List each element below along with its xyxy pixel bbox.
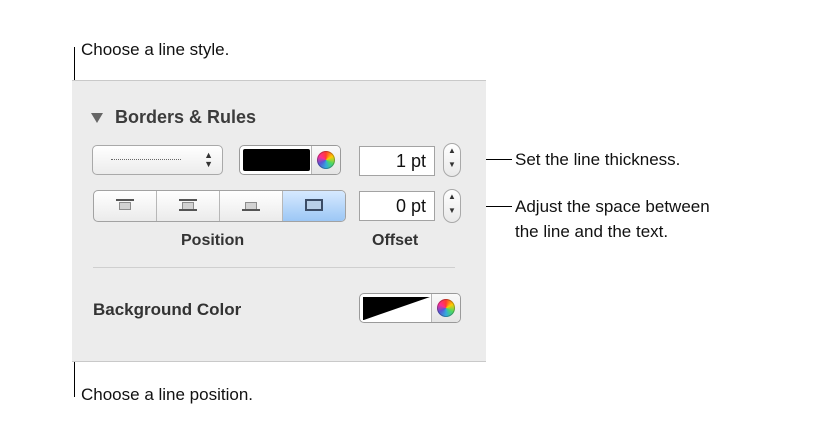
no-fill-swatch xyxy=(363,297,430,321)
offset-field[interactable]: 0 pt xyxy=(359,191,435,221)
callout-position-text: Choose a line position. xyxy=(81,385,254,404)
line-color-picker-button[interactable] xyxy=(311,146,340,174)
position-top-bottom-button[interactable] xyxy=(157,191,220,221)
offset-label: Offset xyxy=(372,232,419,249)
callout-space-text-1: Adjust the space between xyxy=(515,197,710,216)
border-top-bottom-icon xyxy=(179,199,197,211)
line-style-popup[interactable]: ▲ ▼ xyxy=(92,145,223,175)
position-bottom-button[interactable] xyxy=(220,191,283,221)
background-color-label: Background Color xyxy=(93,300,242,319)
position-label: Position xyxy=(181,232,245,249)
border-bottom-icon xyxy=(242,199,260,211)
line-color-well[interactable] xyxy=(239,145,341,175)
position-box-button[interactable] xyxy=(283,191,345,221)
color-wheel-icon xyxy=(317,151,335,169)
section-divider xyxy=(93,267,455,268)
dotted-line-preview xyxy=(111,159,181,160)
border-box-icon xyxy=(305,199,323,211)
background-color-well[interactable] xyxy=(359,293,461,323)
borders-rules-header[interactable]: Borders & Rules xyxy=(91,107,256,128)
thickness-stepper[interactable]: ▲ ▼ xyxy=(443,143,461,177)
offset-stepper[interactable]: ▲ ▼ xyxy=(443,189,461,223)
line-color-swatch xyxy=(243,149,310,171)
callout-space-text-2: the line and the text. xyxy=(515,222,669,241)
background-color-picker-button[interactable] xyxy=(431,294,460,322)
border-top-icon xyxy=(116,199,134,211)
callout-thickness-text: Set the line thickness. xyxy=(515,150,681,169)
thickness-field[interactable]: 1 pt xyxy=(359,146,435,176)
up-down-arrows-icon: ▲ ▼ xyxy=(204,150,213,169)
callout-line-style-text: Choose a line style. xyxy=(81,40,230,59)
position-top-button[interactable] xyxy=(94,191,157,221)
color-wheel-icon xyxy=(437,299,455,317)
section-title: Borders & Rules xyxy=(115,107,257,127)
position-segmented-control[interactable] xyxy=(93,190,346,222)
disclosure-triangle-icon[interactable] xyxy=(91,112,103,123)
